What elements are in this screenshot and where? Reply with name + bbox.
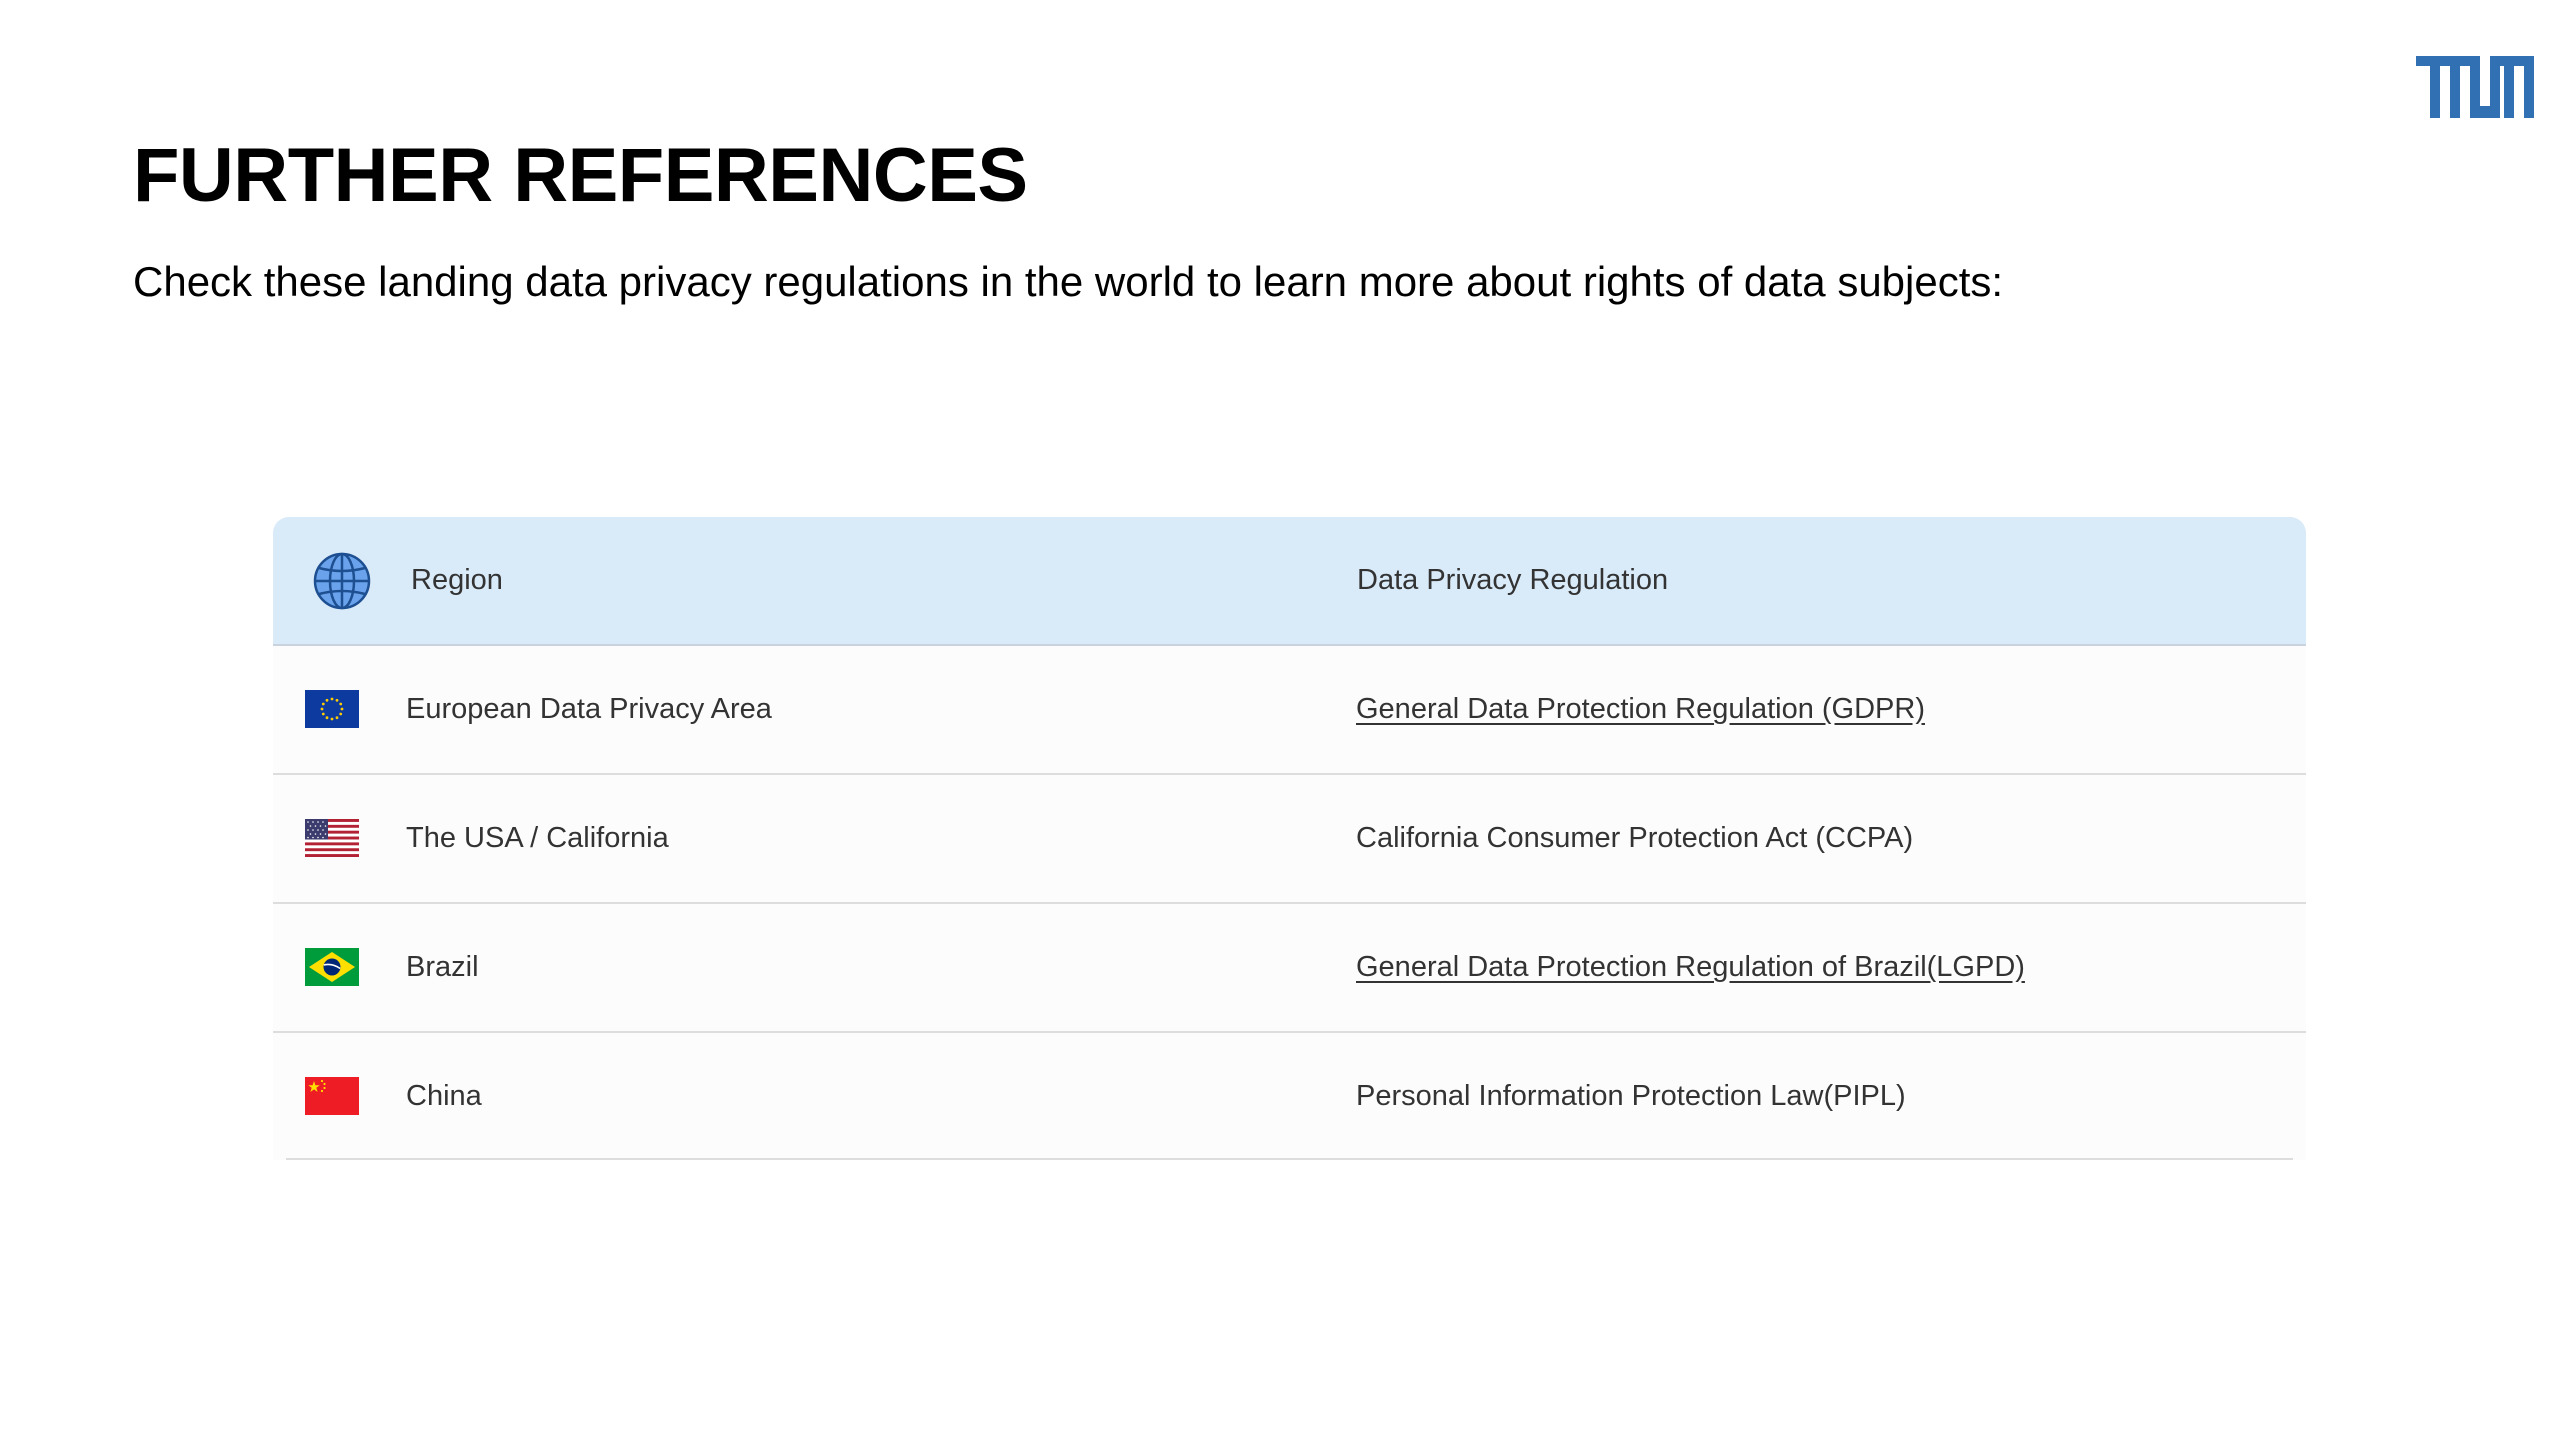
regulation-name: California Consumer Protection Act (CCPA… <box>1356 822 1914 854</box>
gdpr-link[interactable]: General Data Protection Regulation (GDPR… <box>1356 646 1925 773</box>
table-row: China Personal Information Protection La… <box>273 1033 2306 1160</box>
header-regulation: Data Privacy Regulation <box>1357 564 1669 596</box>
globe-icon <box>313 552 371 610</box>
eu-flag-icon <box>305 690 359 728</box>
lgpd-link[interactable]: General Data Protection Regulation of Br… <box>1356 904 2025 1031</box>
page-title: FURTHER REFERENCES <box>133 133 1028 218</box>
table-header: Region Data Privacy Regulation <box>273 517 2306 646</box>
region-name: Brazil <box>406 951 479 983</box>
region-name: China <box>406 1080 482 1112</box>
header-region: Region <box>411 564 503 596</box>
region-name: European Data Privacy Area <box>406 693 772 725</box>
china-flag-icon <box>305 1077 359 1115</box>
regulation-name: Personal Information Protection Law(PIPL… <box>1356 1080 1906 1112</box>
regulations-table: Region Data Privacy Regulation European … <box>273 517 2306 1160</box>
table-row: Brazil General Data Protection Regulatio… <box>273 904 2306 1033</box>
tum-logo <box>2416 56 2534 118</box>
table-row: The USA / California California Consumer… <box>273 775 2306 904</box>
usa-flag-icon <box>305 819 359 857</box>
brazil-flag-icon <box>305 948 359 986</box>
page-subtitle: Check these landing data privacy regulat… <box>133 258 2004 305</box>
region-name: The USA / California <box>406 822 669 854</box>
table-row: European Data Privacy Area General Data … <box>273 646 2306 775</box>
table-bottom-divider <box>286 1158 2293 1160</box>
